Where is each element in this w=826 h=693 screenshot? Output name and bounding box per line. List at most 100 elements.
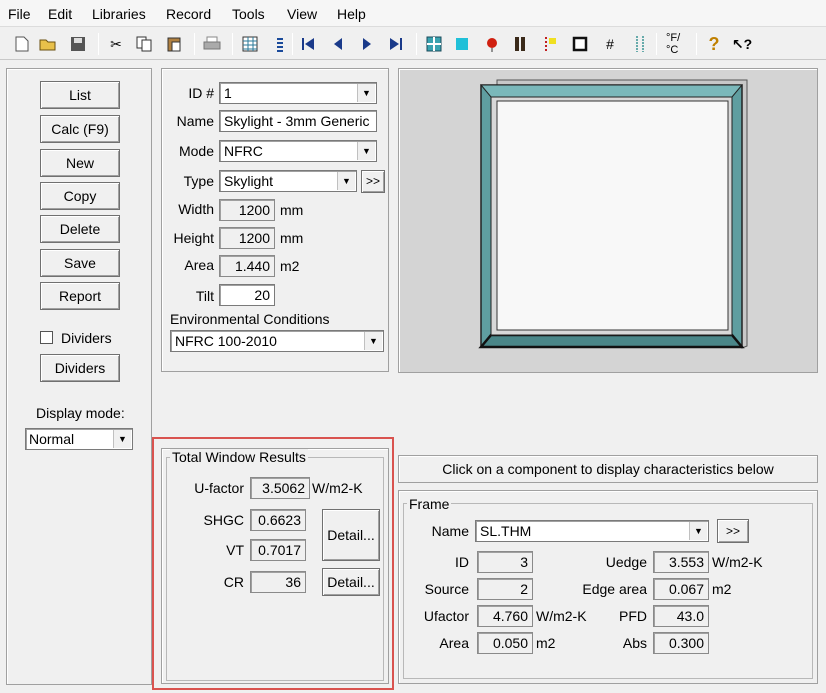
total-window-results-panel: Total Window Results U-factor 3.5062 W/m… (161, 448, 389, 684)
menu-bar: File Edit Libraries Record Tools View He… (0, 0, 826, 27)
uedge-unit: W/m2-K (712, 554, 763, 570)
toolbar: ✂ # °F/°C ? ↖? (0, 28, 826, 60)
name-input[interactable]: Skylight - 3mm Generic (219, 110, 377, 132)
frame-source-label: Source (424, 581, 469, 597)
frame-name-value: SL.THM (480, 523, 532, 539)
hash-icon[interactable]: # (600, 33, 620, 55)
menu-help[interactable]: Help (337, 6, 366, 22)
vt-label: VT (226, 542, 244, 558)
window-icon[interactable] (570, 33, 590, 55)
tilt-label: Tilt (195, 288, 214, 304)
menu-file[interactable]: File (8, 6, 31, 22)
width-label: Width (178, 201, 214, 217)
frame-name-label: Name (431, 523, 469, 539)
frame-more-button[interactable]: >> (717, 519, 749, 543)
env-conditions-value: NFRC 100-2010 (175, 333, 277, 349)
copy-button[interactable]: Copy (40, 182, 120, 210)
id-select[interactable]: 1 ▼ (219, 82, 377, 104)
print-icon[interactable] (202, 33, 222, 55)
frame-area-label: Area (439, 635, 469, 651)
context-help-icon[interactable]: ↖? (732, 33, 752, 55)
dividers-button[interactable]: Dividers (40, 354, 120, 382)
ufactor-value: 3.5062 (250, 477, 310, 499)
edge-area-value: 0.067 (653, 578, 709, 600)
height-unit: mm (280, 230, 304, 246)
gap-icon[interactable] (452, 33, 472, 55)
frame-panel: Frame Name SL.THM ▼ >> ID 3 Source 2 Ufa… (398, 490, 818, 684)
dividers-checkbox[interactable] (40, 331, 53, 344)
type-select[interactable]: Skylight ▼ (219, 170, 357, 192)
spacer-icon[interactable] (630, 33, 650, 55)
frame-area-unit: m2 (536, 635, 556, 651)
frame-id-label: ID (455, 554, 469, 570)
edge-area-label: Edge area (582, 581, 647, 597)
window-preview-panel[interactable] (398, 68, 818, 373)
shading-icon[interactable] (482, 33, 502, 55)
new-document-icon[interactable] (12, 33, 32, 55)
paste-icon[interactable] (164, 33, 184, 55)
env-conditions-label: Environmental Conditions (170, 311, 330, 327)
type-value: Skylight (224, 173, 274, 189)
delete-button[interactable]: Delete (40, 215, 120, 243)
ufactor-unit: W/m2-K (312, 480, 363, 496)
menu-view[interactable]: View (287, 6, 317, 22)
frame-icon[interactable] (510, 33, 530, 55)
open-folder-icon[interactable] (38, 33, 58, 55)
mode-select[interactable]: NFRC ▼ (219, 140, 377, 162)
menu-tools[interactable]: Tools (232, 6, 265, 22)
first-record-icon[interactable] (298, 33, 318, 55)
width-unit: mm (280, 202, 304, 218)
last-record-icon[interactable] (386, 33, 406, 55)
abs-value: 0.300 (653, 632, 709, 654)
new-button[interactable]: New (40, 149, 120, 177)
mode-value: NFRC (224, 143, 263, 159)
detail-cr-button[interactable]: Detail... (322, 568, 380, 596)
menu-libraries[interactable]: Libraries (92, 6, 146, 22)
id-label: ID # (188, 85, 214, 101)
detail-shgc-vt-button[interactable]: Detail... (322, 509, 380, 561)
cr-value: 36 (250, 571, 306, 593)
frame-name-select[interactable]: SL.THM ▼ (475, 520, 709, 542)
menu-record[interactable]: Record (166, 6, 211, 22)
window-properties-panel: ID # 1 ▼ Name Skylight - 3mm Generic Mod… (161, 68, 389, 372)
name-label: Name (176, 113, 214, 129)
menu-edit[interactable]: Edit (48, 6, 72, 22)
temperature-conversion-icon[interactable]: °F/°C (666, 32, 690, 56)
chevron-down-icon: ▼ (357, 84, 375, 102)
mode-label: Mode (178, 143, 214, 159)
dividers-checkbox-label: Dividers (61, 330, 112, 346)
type-more-button[interactable]: >> (361, 170, 385, 193)
ufactor-label: U-factor (194, 480, 244, 496)
divider-icon[interactable] (540, 33, 560, 55)
chevron-down-icon: ▼ (689, 522, 707, 540)
save-disk-icon[interactable] (68, 33, 88, 55)
height-value: 1200 (219, 227, 275, 249)
env-conditions-select[interactable]: NFRC 100-2010 ▼ (170, 330, 384, 352)
type-label: Type (183, 173, 214, 189)
edge-area-unit: m2 (712, 581, 732, 597)
help-icon[interactable]: ? (704, 33, 724, 55)
previous-record-icon[interactable] (328, 33, 348, 55)
grid-view-icon[interactable] (240, 33, 260, 55)
report-button[interactable]: Report (40, 282, 120, 310)
display-mode-select[interactable]: Normal ▼ (25, 428, 133, 450)
glazing-icon[interactable] (424, 33, 444, 55)
frame-source-value: 2 (477, 578, 533, 600)
cut-icon[interactable]: ✂ (106, 33, 126, 55)
results-title: Total Window Results (170, 449, 308, 465)
vt-value: 0.7017 (250, 539, 306, 561)
chevron-down-icon: ▼ (113, 430, 131, 448)
frame-title: Frame (407, 496, 452, 512)
list-button[interactable]: List (40, 81, 120, 109)
frame-area-value: 0.050 (477, 632, 533, 654)
tilt-input[interactable]: 20 (219, 284, 275, 306)
display-mode-label: Display mode: (36, 405, 125, 421)
save-button[interactable]: Save (40, 249, 120, 277)
calc-button[interactable]: Calc (F9) (40, 115, 120, 143)
window-preview-image[interactable] (399, 69, 817, 372)
list-view-icon[interactable] (270, 33, 290, 55)
uedge-value: 3.553 (653, 551, 709, 573)
copy-icon[interactable] (134, 33, 154, 55)
frame-ufactor-value: 4.760 (477, 605, 533, 627)
next-record-icon[interactable] (357, 33, 377, 55)
